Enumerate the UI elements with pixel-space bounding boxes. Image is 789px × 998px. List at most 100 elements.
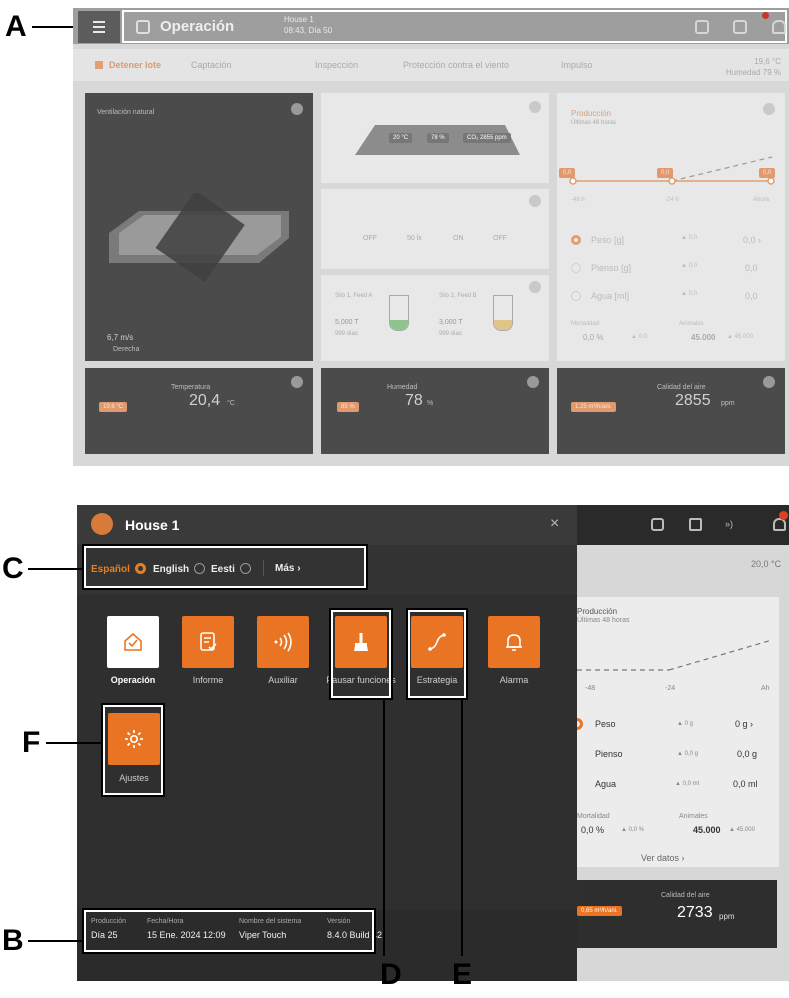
highlight-c [82, 544, 368, 590]
highlight-f [101, 703, 165, 797]
air-quality-value: 2855 [675, 392, 711, 409]
house-status-card[interactable]: 20 °C 78 % CO₂ 2855 ppm [321, 93, 549, 183]
hamburger-icon [93, 21, 105, 33]
outside-climate: 19,6 °C Humedad 79 % [725, 57, 781, 77]
barn-illustration [109, 193, 289, 283]
alarm-badge [779, 511, 788, 520]
leader-d [383, 700, 385, 956]
report-icon[interactable] [689, 518, 702, 531]
top-bar: Operación House 1 08:43, Día 50 [73, 8, 789, 44]
radio-selected[interactable] [571, 235, 581, 245]
menu-house-title: House 1 [125, 517, 180, 533]
stop-batch-tab[interactable]: Detener lote [95, 60, 161, 70]
temperature-card[interactable]: Temperatura 19,6 °C 20,4 °C [85, 368, 313, 454]
underlay-feed-delta: ▲ 0,0 g [677, 751, 698, 757]
underlay-weight-value: 0 g › [735, 719, 754, 729]
production-pill-mid: 0,0 [657, 168, 674, 178]
arrow-right-icon [529, 101, 541, 113]
wind-direction: Derecha [113, 346, 140, 353]
house-name: House 1 [284, 15, 314, 24]
humidity-title: Humedad [387, 384, 418, 391]
callout-e: E [452, 958, 473, 991]
underlay-water-delta: ▲ 0,0 ml [675, 781, 699, 787]
underlay-weight-delta: ▲ 0 g [677, 721, 693, 727]
bell-icon [506, 634, 522, 651]
operation-home-icon [136, 20, 150, 34]
silo2-amount: 3,000 T [439, 319, 463, 326]
inspection-tab[interactable]: Inspección [315, 60, 358, 70]
axis-end: Ahora [753, 197, 770, 203]
status-light: 50 lx [407, 235, 422, 242]
silo1-days: 999 días [335, 331, 359, 337]
animals-value: 45.000 [691, 333, 716, 342]
ventilation-card[interactable]: Ventilación natural 6,7 m/s Derecha [85, 93, 313, 361]
alarm-tile[interactable] [488, 616, 540, 668]
highlight-b [82, 908, 376, 954]
underlay-water: Agua [595, 779, 617, 789]
menu-header: House 1 × [77, 505, 577, 545]
silo2-title: Silo 2, Feed B [439, 293, 477, 299]
home-check-icon [124, 632, 142, 651]
underlay-axis-mid: -24 [665, 685, 676, 692]
bell-icon[interactable] [772, 20, 786, 34]
report-icon[interactable] [733, 20, 747, 34]
underlay-feed: Pienso [595, 749, 623, 759]
arrow-right-icon [291, 376, 303, 388]
callout-d: D [380, 958, 402, 991]
house-co2-pill: CO₂ 2855 ppm [463, 133, 511, 143]
underlay-production-card: Producción Últimas 48 horas -48 -24 Ah P… [571, 597, 779, 867]
arrow-right-icon [529, 281, 541, 293]
home-icon[interactable] [695, 20, 709, 34]
leader-e [461, 700, 463, 956]
air-quality-card[interactable]: Calidad del aire 1,25 m³/h/ani. 2855 ppm [557, 368, 785, 454]
highlight-d [329, 608, 393, 700]
capture-tab[interactable]: Captación [191, 60, 232, 70]
radio[interactable] [571, 291, 581, 301]
silos-card[interactable]: Silo 1, Feed A 5,000 T 999 días Silo 2, … [321, 275, 549, 361]
menu-button[interactable] [78, 11, 120, 43]
temperature-title: Temperatura [171, 384, 211, 391]
signal-icon[interactable]: ») [725, 519, 733, 529]
ver-datos-button[interactable]: Ver datos › [641, 853, 685, 863]
callout-a: A [5, 10, 27, 43]
air-quality-unit: ppm [721, 400, 735, 407]
humidity-card[interactable]: Humedad 85 % 78 % [321, 368, 549, 454]
production-pill-end: 0,0 [759, 168, 776, 178]
underlay-mortality-label: Mortalidad [577, 813, 610, 820]
underlay-water-value: 0,0 ml [733, 779, 758, 789]
wind-speed: 6,7 m/s [107, 333, 134, 342]
weight-row[interactable]: Peso [g] ▲ 0,0 0,0 › [571, 235, 771, 245]
radio[interactable] [571, 263, 581, 273]
silo2-gauge [493, 295, 513, 331]
callout-c: C [2, 552, 24, 585]
temperature-setpoint: 19,6 °C [99, 402, 128, 412]
report-tile[interactable] [182, 616, 234, 668]
underlay-topbar [577, 505, 789, 545]
water-row[interactable]: Agua [ml] ▲ 0,0 0,0 [571, 291, 771, 301]
home-icon[interactable] [651, 518, 664, 531]
wind-protection-tab[interactable]: Protección contra el viento [403, 60, 509, 70]
animals-label: Animales [679, 321, 704, 327]
page-title: Operación [160, 18, 235, 35]
feed-row[interactable]: Pienso [g] ▲ 0,0 0,0 [571, 263, 771, 273]
underlay-animals-label: Animales [679, 813, 708, 820]
underlay-weight: Peso [595, 719, 616, 729]
mortality-delta: ▲ 0,0 [631, 334, 647, 340]
operation-tile[interactable] [107, 616, 159, 668]
underlay-mortality-value: 0,0 % [581, 825, 605, 835]
humidity-value: 78 [405, 392, 423, 409]
stop-icon [95, 61, 103, 69]
action-bar: Detener lote Captación Inspección Protec… [73, 49, 789, 81]
boost-tab[interactable]: Impulso [561, 60, 593, 70]
close-icon[interactable]: × [550, 515, 559, 533]
auxiliary-tile[interactable] [257, 616, 309, 668]
underlay-animals-delta: ▲ 45.000 [729, 827, 755, 833]
top-bar-highlight: Operación House 1 08:43, Día 50 [122, 10, 787, 43]
arrow-right-icon [763, 103, 775, 115]
air-quality-setpoint: 1,25 m³/h/ani. [571, 402, 616, 412]
operation-screenshot: Operación House 1 08:43, Día 50 Detener … [73, 8, 789, 466]
auxiliary-label: Auxiliar [268, 675, 298, 685]
equipment-status-card[interactable]: OFF 50 lx ON OFF [321, 189, 549, 269]
production-card[interactable]: Producción Últimas 48 horas 0,0 0,0 0,0 … [557, 93, 785, 361]
leader-a [32, 26, 76, 28]
